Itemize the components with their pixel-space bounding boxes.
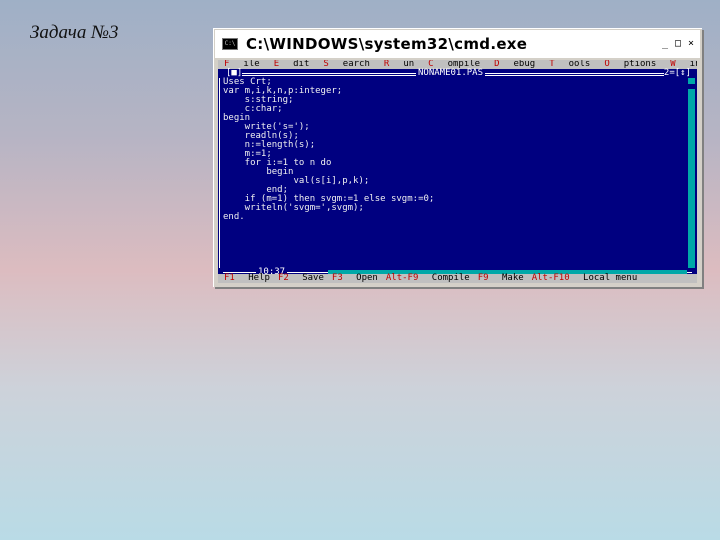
slide-title: Задача №3	[30, 22, 119, 43]
source-code[interactable]: Uses Crt; var m,i,k,n,p:integer; s:string…	[223, 78, 434, 222]
status-compile[interactable]: Alt-F9 Compile	[386, 274, 470, 283]
maximize-button[interactable]: □	[672, 36, 684, 51]
window-title: C:\WINDOWS\system32\cmd.exe	[246, 35, 528, 53]
frame-left	[219, 78, 221, 268]
status-open[interactable]: F3 Open	[332, 274, 378, 283]
status-save[interactable]: F2 Save	[278, 274, 324, 283]
menu-debug[interactable]: Debug	[494, 60, 535, 69]
editor-frame-top: [■] NONAME01.PAS 2=[↕]	[218, 69, 697, 78]
menu-tools[interactable]: Tools	[549, 60, 590, 69]
vertical-scrollbar[interactable]	[688, 78, 695, 268]
console-area[interactable]: File Edit Search Run Compile Debug Tools…	[218, 60, 697, 283]
menu-options[interactable]: Options	[604, 60, 656, 69]
code-line[interactable]: c:char;	[223, 105, 434, 114]
close-button[interactable]: ×	[685, 36, 697, 51]
code-editor[interactable]: Uses Crt; var m,i,k,n,p:integer; s:string…	[218, 78, 697, 268]
minimize-button[interactable]: _	[659, 36, 671, 51]
editor-window-number[interactable]: 2=[↕]	[663, 69, 691, 78]
code-line[interactable]: end.	[223, 213, 434, 222]
menu-search[interactable]: Search	[323, 60, 370, 69]
status-make[interactable]: F9 Make	[478, 274, 524, 283]
vertical-scroll-thumb[interactable]	[688, 84, 695, 89]
menu-edit[interactable]: Edit	[274, 60, 310, 69]
window-titlebar[interactable]: C:\ C:\WINDOWS\system32\cmd.exe _ □ ×	[215, 30, 700, 58]
status-bar: F1 Help F2 Save F3 Open Alt-F9 Compile F…	[218, 274, 697, 283]
status-local-menu[interactable]: Alt-F10 Local menu	[532, 274, 638, 283]
cmd-app-icon[interactable]: C:\	[222, 38, 238, 50]
window-controls: _ □ ×	[659, 36, 697, 51]
editor-filename: NONAME01.PAS	[416, 68, 486, 78]
cmd-window: C:\ C:\WINDOWS\system32\cmd.exe _ □ × Fi…	[213, 28, 702, 287]
menu-run[interactable]: Run	[384, 60, 414, 69]
status-help[interactable]: F1 Help	[224, 274, 270, 283]
code-line[interactable]: writeln('svgm=',svgm);	[223, 204, 434, 213]
